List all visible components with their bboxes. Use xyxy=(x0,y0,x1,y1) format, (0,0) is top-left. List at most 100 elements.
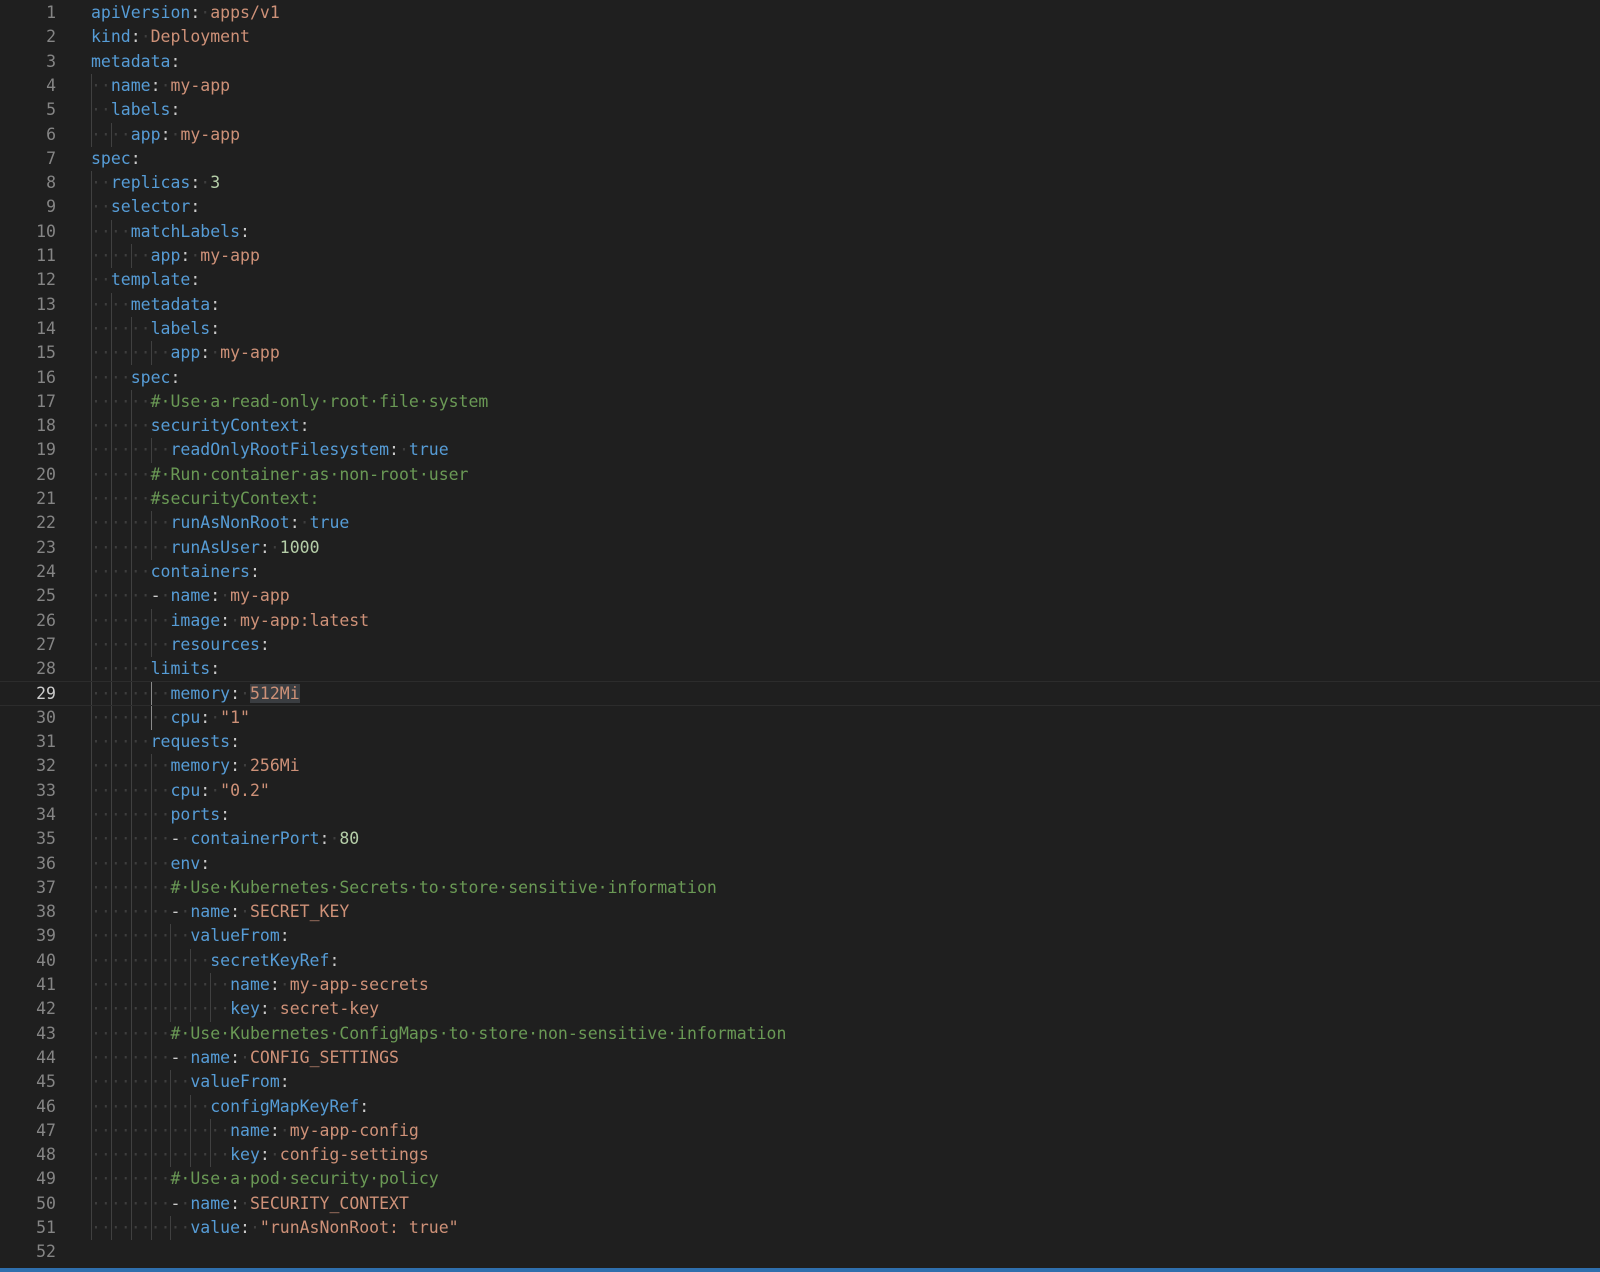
code-token: : xyxy=(200,343,211,363)
code-token: key xyxy=(230,999,260,1019)
code-token: labels xyxy=(150,318,211,338)
code-line[interactable]: 13 ····metadata: xyxy=(0,293,1600,317)
code-line[interactable]: 30 ········cpu:·"1" xyxy=(0,706,1600,730)
line-content: ······app:·my-app xyxy=(91,244,260,268)
code-line[interactable]: 23 ········runAsUser:·1000 xyxy=(0,536,1600,560)
code-line[interactable]: 34 ········ports: xyxy=(0,803,1600,827)
indent-whitespace: ············ xyxy=(91,950,211,970)
code-token: : xyxy=(329,950,340,970)
line-content: ······requests: xyxy=(91,730,240,754)
code-line[interactable]: 16 ····spec: xyxy=(0,366,1600,390)
code-token: : xyxy=(249,561,260,581)
code-line[interactable]: 43 ········#·Use·Kubernetes·ConfigMaps·to… xyxy=(0,1022,1600,1046)
code-line[interactable]: 51 ··········value:·"runAsNonRoot: true" xyxy=(0,1216,1600,1240)
code-token: 1000 xyxy=(279,537,320,557)
code-token: · xyxy=(200,173,211,193)
code-token: : xyxy=(319,829,330,849)
code-token: my-app xyxy=(180,124,241,144)
code-line[interactable]: 12 ··template: xyxy=(0,268,1600,292)
code-token: secret-key xyxy=(279,999,380,1019)
code-line[interactable]: 9 ··selector: xyxy=(0,195,1600,219)
code-line[interactable]: 26 ········image:·my-app:latest xyxy=(0,609,1600,633)
line-content: ······#·Use·a·read-only·root·file·system xyxy=(91,390,488,414)
indent-whitespace: ······ xyxy=(91,489,151,508)
code-token: : xyxy=(269,1120,280,1140)
code-line[interactable]: 36 ········env: xyxy=(0,852,1600,876)
code-line[interactable]: 29 ········memory:·512Mi xyxy=(0,681,1600,706)
code-line[interactable]: 27 ········resources: xyxy=(0,633,1600,657)
code-token: #·Run·container·as·non-root·user xyxy=(150,464,469,484)
line-number: 52 xyxy=(36,1242,56,1262)
line-number: 31 xyxy=(36,732,56,751)
code-token: #securityContext: xyxy=(150,489,320,508)
code-token: : xyxy=(190,3,201,22)
code-line[interactable]: 44 ········-·name:·CONFIG_SETTINGS xyxy=(0,1046,1600,1070)
code-line[interactable]: 45 ··········valueFrom: xyxy=(0,1070,1600,1094)
code-token: spec xyxy=(91,148,131,168)
code-token: - xyxy=(170,1047,181,1067)
code-line[interactable]: 40 ············secretKeyRef: xyxy=(0,949,1600,973)
code-token: : xyxy=(190,197,201,217)
code-token: key xyxy=(230,1145,260,1165)
indent-whitespace: ·············· xyxy=(91,999,231,1019)
code-line[interactable]: 6 ····app:·my-app xyxy=(0,123,1600,147)
line-content: ··selector: xyxy=(91,195,200,219)
code-line[interactable]: 7 spec: xyxy=(0,147,1600,171)
code-line[interactable]: 39 ··········valueFrom: xyxy=(0,924,1600,948)
code-line[interactable]: 47 ··············name:·my-app-config xyxy=(0,1119,1600,1143)
line-number: 22 xyxy=(36,513,56,533)
code-token: : xyxy=(180,246,191,265)
code-line[interactable]: 28 ······limits: xyxy=(0,657,1600,681)
code-line[interactable]: 33 ········cpu:·"0.2" xyxy=(0,779,1600,803)
line-content: ········runAsNonRoot:·true xyxy=(91,511,349,535)
indent-whitespace: ······ xyxy=(91,561,151,581)
code-line[interactable]: 22 ········runAsNonRoot:·true xyxy=(0,511,1600,535)
code-line[interactable]: 11 ······app:·my-app xyxy=(0,244,1600,268)
code-line[interactable]: 35 ········-·containerPort:·80 xyxy=(0,827,1600,851)
code-line[interactable]: 32 ········memory:·256Mi xyxy=(0,754,1600,778)
code-token: my-app-config xyxy=(289,1120,419,1140)
line-number: 50 xyxy=(36,1193,56,1213)
code-line[interactable]: 18 ······securityContext: xyxy=(0,414,1600,438)
code-line[interactable]: 10 ····matchLabels: xyxy=(0,220,1600,244)
line-content: ······#securityContext: xyxy=(91,487,320,511)
line-number: 36 xyxy=(36,853,56,873)
code-line[interactable]: 1 apiVersion:·apps/v1 xyxy=(0,1,1600,25)
code-line[interactable]: 46 ············configMapKeyRef: xyxy=(0,1095,1600,1119)
code-line[interactable]: 19 ········readOnlyRootFilesystem:·true xyxy=(0,438,1600,462)
line-number: 9 xyxy=(46,197,56,217)
code-line[interactable]: 21 ······#securityContext: xyxy=(0,487,1600,511)
code-line[interactable]: 42 ··············key:·secret-key xyxy=(0,997,1600,1021)
code-line[interactable]: 2 kind:·Deployment xyxy=(0,25,1600,49)
code-token: · xyxy=(190,246,201,265)
code-line[interactable]: 31 ······requests: xyxy=(0,730,1600,754)
code-line[interactable]: 4 ··name:·my-app xyxy=(0,74,1600,98)
code-line[interactable]: 49 ········#·Use·a·pod·security·policy xyxy=(0,1167,1600,1191)
code-line[interactable]: 24 ······containers: xyxy=(0,560,1600,584)
code-token: resources xyxy=(170,634,260,654)
code-line[interactable]: 38 ········-·name:·SECRET_KEY xyxy=(0,900,1600,924)
code-line[interactable]: 20 ······#·Run·container·as·non-root·user xyxy=(0,463,1600,487)
code-line[interactable]: 17 ······#·Use·a·read-only·root·file·syst… xyxy=(0,390,1600,414)
code-line[interactable]: 41 ··············name:·my-app-secrets xyxy=(0,973,1600,997)
indent-whitespace: ······ xyxy=(91,464,151,484)
code-line[interactable]: 5 ··labels: xyxy=(0,98,1600,122)
code-line[interactable]: 50 ········-·name:·SECURITY_CONTEXT xyxy=(0,1192,1600,1216)
code-line[interactable]: 25 ······-·name:·my-app xyxy=(0,584,1600,608)
code-token: : xyxy=(220,610,231,630)
code-token: · xyxy=(279,1120,290,1140)
code-line[interactable]: 14 ······labels: xyxy=(0,317,1600,341)
line-content: ··············name:·my-app-secrets xyxy=(91,973,429,997)
code-token: : xyxy=(210,294,221,314)
code-line[interactable]: 52 xyxy=(0,1240,1600,1264)
code-token: · xyxy=(240,1047,250,1067)
line-content: ······labels: xyxy=(91,317,220,341)
code-line[interactable]: 37 ········#·Use·Kubernetes·Secrets·to·st… xyxy=(0,876,1600,900)
code-token: cpu xyxy=(170,780,201,800)
code-line[interactable]: 3 metadata: xyxy=(0,50,1600,74)
indent-whitespace: ···· xyxy=(91,124,131,144)
code-line[interactable]: 48 ··············key:·config-settings xyxy=(0,1143,1600,1167)
code-line[interactable]: 15 ········app:·my-app xyxy=(0,341,1600,365)
code-line[interactable]: 8 ··replicas:·3 xyxy=(0,171,1600,195)
code-editor[interactable]: 1 apiVersion:·apps/v1 2 kind:·Deployment 3 me… xyxy=(0,0,1600,1272)
